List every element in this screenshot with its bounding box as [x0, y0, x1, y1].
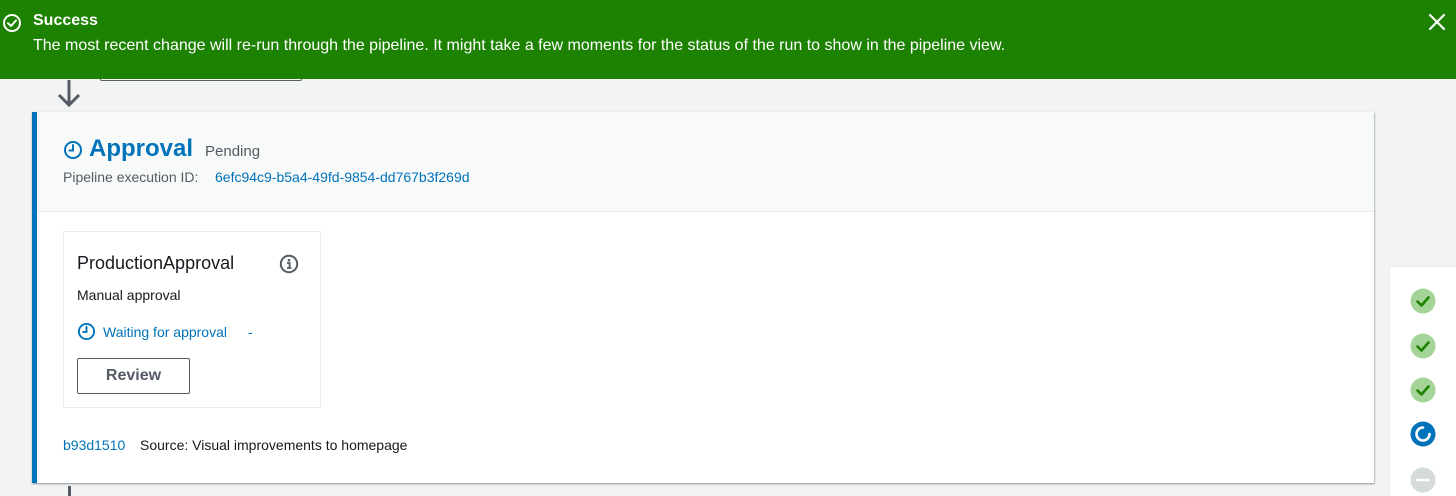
clock-icon	[77, 322, 96, 341]
commit-message: Source: Visual improvements to homepage	[140, 437, 408, 453]
commit-id-link[interactable]: b93d1510	[63, 437, 125, 453]
minus-circle-icon[interactable]	[1410, 467, 1436, 493]
info-icon[interactable]	[279, 254, 299, 274]
stage-card-approval: Approval Pending Pipeline execution ID: …	[32, 112, 1374, 483]
success-flashbar: Success The most recent change will re-r…	[0, 0, 1456, 79]
flash-title: Success	[33, 12, 98, 29]
connector-arrow	[68, 486, 71, 496]
check-circle-icon[interactable]	[1410, 377, 1436, 403]
flash-message: The most recent change will re-run throu…	[33, 37, 1006, 54]
execution-id-label: Pipeline execution ID:	[63, 169, 199, 185]
stage-status: Pending	[205, 143, 261, 160]
check-circle-icon[interactable]	[1410, 288, 1436, 314]
action-provider: Manual approval	[77, 287, 181, 303]
check-circle-icon[interactable]	[1410, 333, 1436, 359]
pipeline-progress-rail	[1389, 266, 1456, 496]
action-status-link[interactable]: Waiting for approval	[103, 324, 227, 340]
review-button[interactable]: Review	[77, 358, 190, 394]
success-check-icon	[3, 14, 21, 32]
close-icon[interactable]	[1427, 12, 1447, 32]
stage-header: Approval Pending Pipeline execution ID: …	[37, 112, 1374, 212]
execution-id-link[interactable]: 6efc94c9-b5a4-49fd-9854-dd767b3f269d	[215, 169, 470, 185]
spinner-icon[interactable]	[1410, 421, 1436, 447]
action-name: ProductionApproval	[77, 253, 235, 273]
clock-icon	[64, 141, 82, 159]
action-card-production-approval: ProductionApproval Manual approval Waiti…	[63, 231, 321, 408]
arrow-down-icon	[57, 80, 81, 108]
action-status-separator: -	[248, 324, 253, 340]
stage-title: Approval	[89, 135, 194, 162]
